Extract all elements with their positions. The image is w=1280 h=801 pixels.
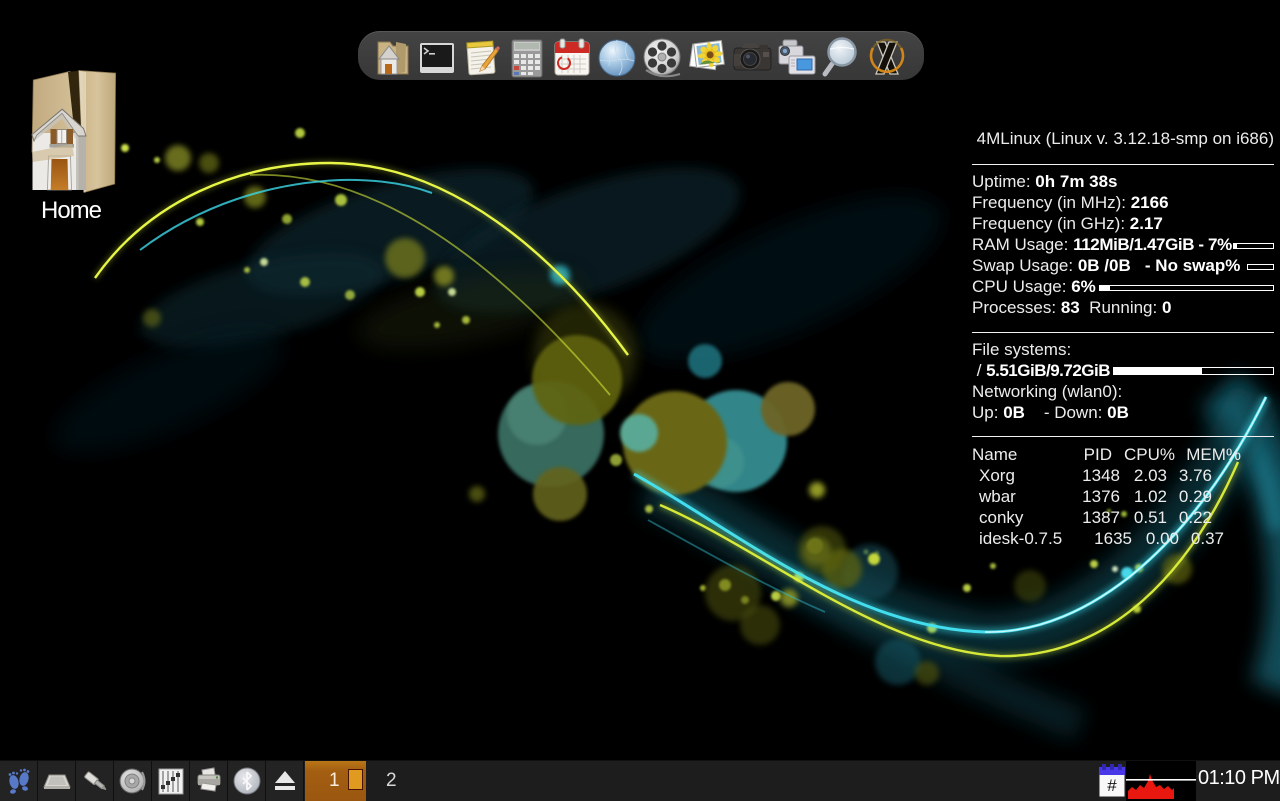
svg-text:#: # (1107, 776, 1117, 795)
